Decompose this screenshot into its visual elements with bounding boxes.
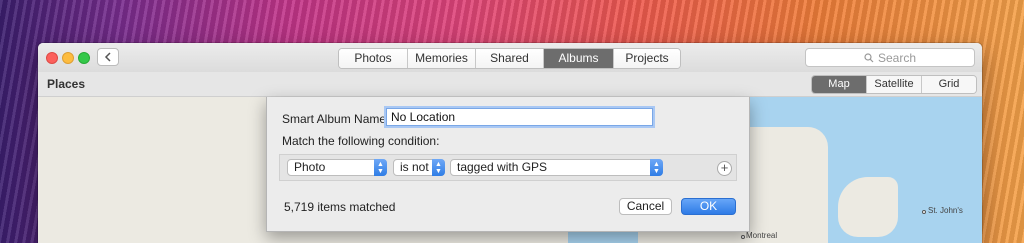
map-type-control: Map Satellite Grid [811, 75, 977, 94]
map-type-map[interactable]: Map [812, 76, 867, 93]
search-icon [864, 52, 874, 62]
minimize-window-button[interactable] [62, 52, 74, 64]
tab-projects[interactable]: Projects [614, 49, 680, 68]
search-placeholder: Search [877, 50, 917, 65]
search-field[interactable]: Search [805, 48, 975, 67]
land-region [38, 97, 268, 243]
plus-icon: + [720, 160, 729, 175]
tab-shared[interactable]: Shared [476, 49, 544, 68]
match-condition-label: Match the following condition: [282, 134, 440, 148]
condition-operator-value: is not [400, 160, 429, 174]
zoom-window-button[interactable] [78, 52, 90, 64]
smart-album-name-label: Smart Album Name: [282, 112, 390, 126]
toolbar: Photos Memories Shared Albums Projects S… [38, 43, 982, 73]
map-label-st-johns: St. John's [928, 206, 963, 215]
page-title: Places [47, 77, 86, 91]
cancel-button[interactable]: Cancel [619, 198, 672, 215]
updown-arrows-icon: ▲ ▼ [650, 159, 663, 176]
smart-album-name-input[interactable] [386, 108, 653, 126]
places-bar: Places Map Satellite Grid [38, 72, 982, 97]
condition-row: Photo ▲ ▼ is not ▲ ▼ tagged with GPS ▲ ▼ [279, 154, 737, 181]
land-region [838, 177, 898, 237]
view-tabs: Photos Memories Shared Albums Projects [338, 48, 681, 69]
condition-operator-popup[interactable]: is not ▲ ▼ [393, 159, 445, 176]
map-label-montreal: Montreal [746, 231, 778, 240]
map-type-satellite[interactable]: Satellite [867, 76, 922, 93]
back-button[interactable] [97, 48, 119, 66]
add-condition-button[interactable]: + [717, 161, 732, 176]
items-matched-count: 5,719 items matched [284, 200, 396, 214]
condition-value-popup[interactable]: tagged with GPS ▲ ▼ [450, 159, 663, 176]
condition-value-text: tagged with GPS [457, 160, 548, 174]
tab-albums[interactable]: Albums [544, 49, 614, 68]
map-type-grid[interactable]: Grid [922, 76, 976, 93]
city-marker [741, 235, 745, 239]
tab-memories[interactable]: Memories [408, 49, 476, 68]
updown-arrows-icon: ▲ ▼ [374, 159, 387, 176]
condition-field-popup[interactable]: Photo ▲ ▼ [287, 159, 387, 176]
close-window-button[interactable] [46, 52, 58, 64]
chevron-left-icon [104, 52, 111, 62]
smart-album-sheet: Smart Album Name: Match the following co… [266, 97, 750, 232]
updown-arrows-icon: ▲ ▼ [432, 159, 445, 176]
ok-button[interactable]: OK [681, 198, 736, 215]
city-marker [922, 210, 926, 214]
tab-photos[interactable]: Photos [339, 49, 408, 68]
condition-field-value: Photo [294, 160, 326, 174]
